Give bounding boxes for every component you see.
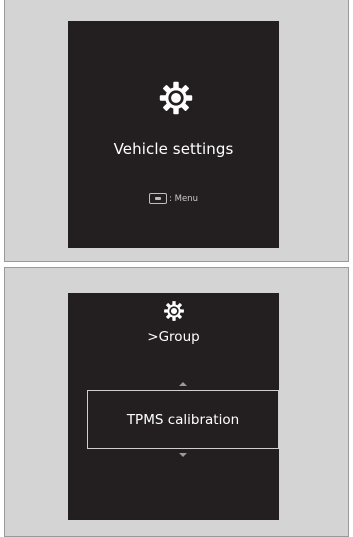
vehicle-settings-screen: Vehicle settings : Menu	[68, 21, 279, 248]
menu-button-icon	[149, 193, 168, 204]
scroll-down-arrow-icon	[179, 453, 187, 457]
menu-item-label: TPMS calibration	[126, 411, 240, 428]
menu-hint: : Menu	[68, 193, 279, 205]
screen-title: Vehicle settings	[113, 140, 234, 158]
vehicle-settings-panel: Vehicle settings : Menu	[4, 0, 349, 262]
group-panel: >Group TPMS calibration	[4, 267, 349, 537]
menu-item-tpms-calibration[interactable]: TPMS calibration	[87, 390, 279, 449]
group-label: >Group	[147, 329, 200, 345]
menu-hint-label: : Menu	[169, 194, 198, 204]
gear-icon	[164, 301, 184, 321]
gear-icon	[159, 81, 193, 115]
scroll-up-arrow-icon	[179, 382, 187, 386]
group-screen: >Group TPMS calibration	[68, 293, 279, 520]
